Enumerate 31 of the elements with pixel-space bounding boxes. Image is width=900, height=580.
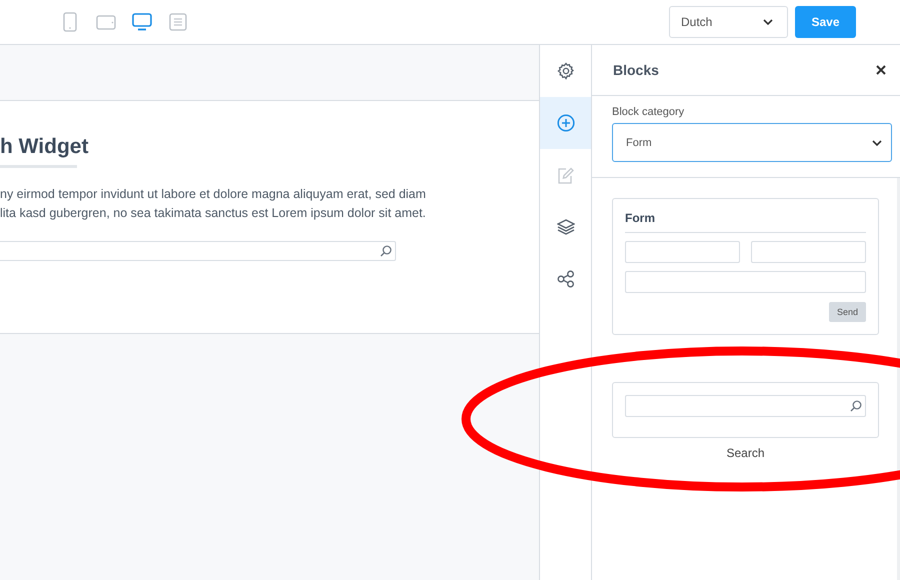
paragraph-line: ny eirmod tempor invidunt ut labore et dolore magna aliquyam erat, sed diam bbox=[0, 186, 427, 203]
block-caption: Search bbox=[725, 446, 766, 460]
language-select[interactable]: Dutch bbox=[669, 6, 788, 38]
category-select[interactable]: Form bbox=[612, 123, 892, 162]
search-field[interactable] bbox=[0, 241, 396, 261]
edit-icon bbox=[557, 166, 574, 184]
form-block-card[interactable]: Form Send bbox=[612, 198, 879, 335]
search-icon bbox=[380, 245, 392, 257]
tablet-icon bbox=[96, 14, 116, 30]
layers-icon bbox=[556, 219, 574, 235]
chevron-down-icon bbox=[872, 140, 882, 146]
block-title: Form bbox=[625, 211, 866, 233]
share-icon bbox=[556, 270, 574, 288]
widget-title: h Widget bbox=[0, 134, 90, 160]
close-button[interactable] bbox=[874, 63, 888, 77]
settings-icon bbox=[556, 62, 574, 80]
phone-icon bbox=[63, 12, 77, 32]
tablet-view-button[interactable] bbox=[96, 14, 116, 30]
monitor-icon bbox=[132, 13, 152, 31]
search-icon bbox=[850, 400, 862, 412]
add-tab[interactable] bbox=[540, 97, 591, 149]
field-label: Block category bbox=[612, 106, 686, 118]
document-icon bbox=[169, 13, 187, 31]
panel-title: Blocks bbox=[613, 62, 659, 78]
close-icon bbox=[876, 65, 886, 75]
text-view-button[interactable] bbox=[168, 13, 188, 31]
chevron-down-icon bbox=[763, 19, 773, 25]
plus-circle-icon bbox=[556, 114, 574, 132]
paragraph-line: lita kasd gubergren, no sea takimata sanctus est Lorem ipsum dolor sit amet. bbox=[0, 205, 427, 222]
desktop-view-button[interactable] bbox=[132, 13, 152, 31]
send-button: Send bbox=[828, 302, 866, 322]
